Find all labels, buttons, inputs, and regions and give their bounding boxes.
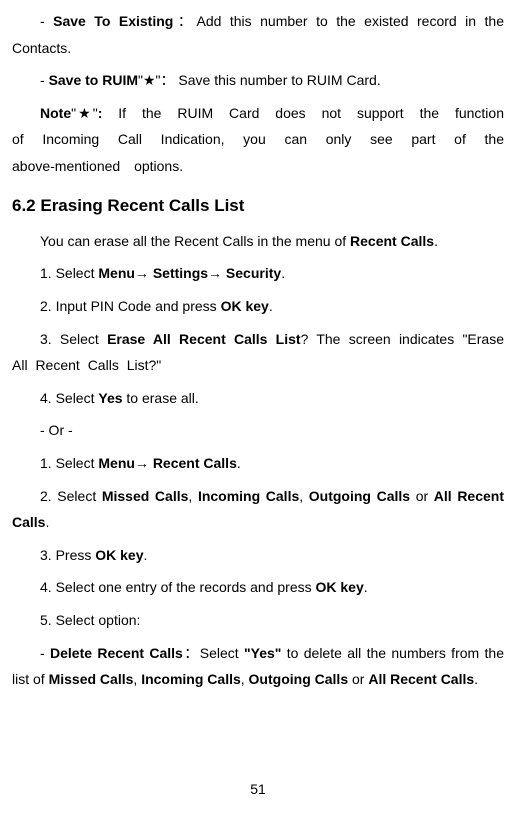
bold-text: Erase All Recent Calls List bbox=[107, 331, 301, 347]
bold-text: Incoming Calls bbox=[198, 488, 299, 504]
text: to erase all. bbox=[123, 390, 199, 406]
bold-text: Missed Calls bbox=[49, 671, 134, 687]
bold-text: "Yes" bbox=[244, 645, 281, 661]
text: , bbox=[188, 488, 198, 504]
step-2a: 2. Input PIN Code and press OK key. bbox=[12, 293, 504, 320]
or-separator: - Or - bbox=[12, 417, 504, 444]
text: 3. Select bbox=[40, 331, 107, 347]
text: , bbox=[299, 488, 309, 504]
text: 2. Select bbox=[40, 488, 102, 504]
step-5b: 5. Select option: bbox=[12, 607, 504, 634]
para-save-to-ruim: - Save to RUIM"★"： Save this number to R… bbox=[12, 67, 504, 94]
bold-text: Menu→ Settings→ Security bbox=[98, 265, 281, 281]
bold-text: Outgoing Calls bbox=[249, 671, 349, 687]
document-page: - Save To Existing：Add this number to th… bbox=[0, 0, 516, 693]
text: . bbox=[434, 233, 438, 249]
text: 4. Select one entry of the records and p… bbox=[40, 579, 316, 595]
text: 3. Press bbox=[40, 547, 95, 563]
text: . bbox=[474, 671, 478, 687]
text: - bbox=[40, 13, 53, 29]
text: 1. Select bbox=[40, 265, 98, 281]
text: "★"： Save this number to RUIM Card. bbox=[138, 72, 381, 88]
text: - bbox=[40, 72, 49, 88]
bold-text: Missed Calls bbox=[102, 488, 189, 504]
bold-text: Recent Calls bbox=[350, 233, 434, 249]
step-1b: 1. Select Menu→ Recent Calls. bbox=[12, 450, 504, 477]
bold-text: Note bbox=[40, 105, 71, 121]
bold-text: OK key bbox=[316, 579, 364, 595]
bold-text: Delete Recent Calls bbox=[50, 645, 183, 661]
text: ：Select bbox=[183, 645, 244, 661]
step-1a: 1. Select Menu→ Settings→ Security. bbox=[12, 260, 504, 287]
bold-text: All Recent Calls bbox=[368, 671, 474, 687]
bold-text: Incoming Calls bbox=[141, 671, 241, 687]
step-3b: 3. Press OK key. bbox=[12, 542, 504, 569]
text: You can erase all the Recent Calls in th… bbox=[40, 233, 350, 249]
para-note: Note"★": If the RUIM Card does not suppo… bbox=[12, 100, 504, 180]
text: . bbox=[281, 265, 285, 281]
text: 4. Select bbox=[40, 390, 98, 406]
text: . bbox=[269, 298, 273, 314]
bold-text: Save to RUIM bbox=[49, 72, 138, 88]
step-4b: 4. Select one entry of the records and p… bbox=[12, 574, 504, 601]
bold-text: Yes bbox=[98, 390, 122, 406]
page-number: 51 bbox=[0, 781, 516, 797]
text: . bbox=[144, 547, 148, 563]
text: or bbox=[348, 671, 368, 687]
para-delete-recent: - Delete Recent Calls：Select "Yes" to de… bbox=[12, 640, 504, 693]
step-3a: 3. Select Erase All Recent Calls List? T… bbox=[12, 326, 504, 379]
para-save-to-existing: - Save To Existing：Add this number to th… bbox=[12, 8, 504, 61]
text: "★" bbox=[71, 105, 98, 121]
text: . bbox=[364, 579, 368, 595]
bold-text: Menu→ Recent Calls bbox=[98, 455, 236, 471]
text: , bbox=[241, 671, 249, 687]
text: 2. Input PIN Code and press bbox=[40, 298, 221, 314]
step-4a: 4. Select Yes to erase all. bbox=[12, 385, 504, 412]
bold-text: Outgoing Calls bbox=[309, 488, 410, 504]
text: 1. Select bbox=[40, 455, 98, 471]
bold-text: OK key bbox=[221, 298, 269, 314]
para-intro: You can erase all the Recent Calls in th… bbox=[12, 228, 504, 255]
text: or bbox=[410, 488, 434, 504]
step-2b: 2. Select Missed Calls, Incoming Calls, … bbox=[12, 483, 504, 536]
bold-text: OK key bbox=[95, 547, 143, 563]
bold-text: Save To Existing bbox=[53, 13, 173, 29]
section-heading: 6.2 Erasing Recent Calls List bbox=[12, 190, 504, 222]
text: . bbox=[45, 514, 49, 530]
text: - bbox=[40, 645, 50, 661]
text: . bbox=[237, 455, 241, 471]
